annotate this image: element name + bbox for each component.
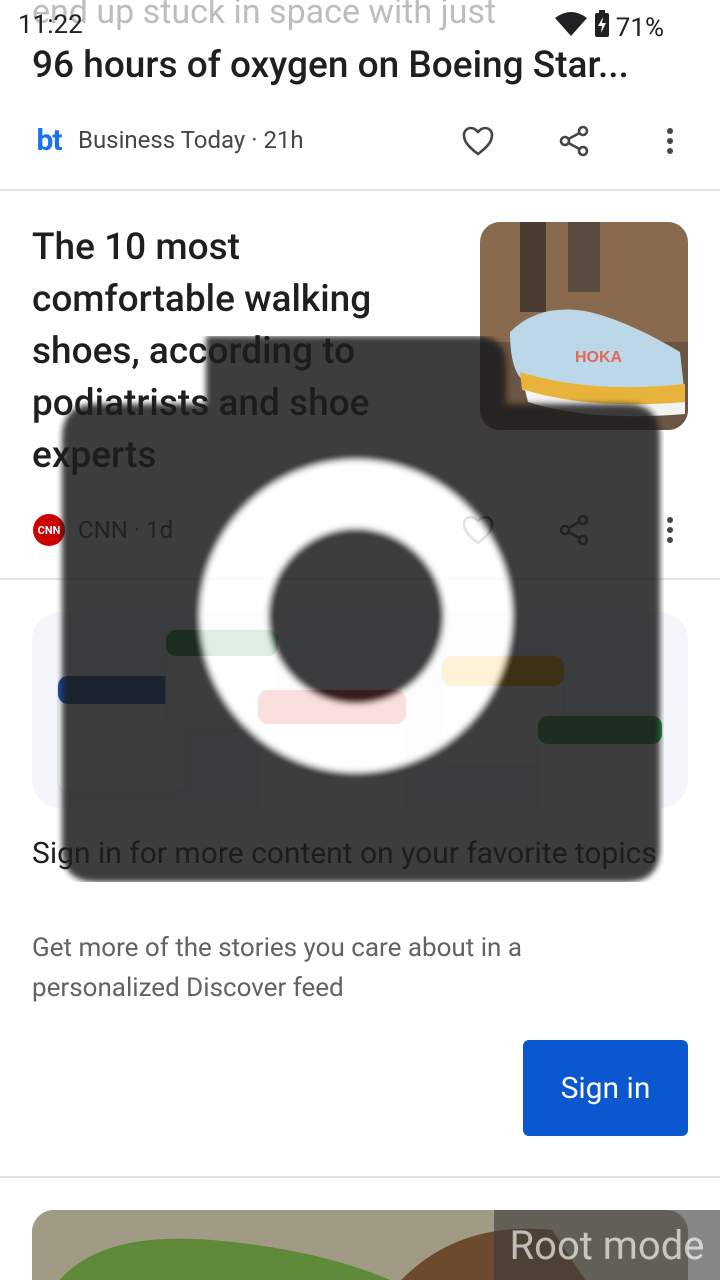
- signin-promo-illustration: [32, 612, 688, 808]
- battery-charging-icon: [594, 10, 610, 45]
- more-vert-icon[interactable]: [650, 510, 690, 550]
- divider: [0, 578, 720, 580]
- battery-percentage: 71%: [615, 12, 664, 43]
- article-source-row: CNN CNN · 1d: [32, 510, 173, 550]
- business-today-logo: bt: [36, 122, 62, 158]
- status-bar: end up stuck in space with just 11:22 71…: [0, 0, 720, 52]
- more-vert-icon[interactable]: [650, 121, 690, 161]
- divider: [0, 1176, 720, 1178]
- article-source: Business Today · 21h: [78, 126, 304, 154]
- signin-promo-description: Get more of the stories you care about i…: [32, 933, 522, 1003]
- article-source: CNN · 1d: [78, 516, 174, 544]
- cnn-logo: CNN: [32, 513, 66, 547]
- svg-text:HOKA: HOKA: [575, 349, 623, 366]
- heart-icon[interactable]: [458, 510, 498, 550]
- shoe-thumbnail[interactable]: HOKA: [480, 222, 688, 430]
- signin-promo-title: Sign in for more content on your favorit…: [32, 836, 657, 871]
- previous-headline-peek: end up stuck in space with just: [32, 0, 497, 32]
- root-mode-badge: Root mode: [494, 1210, 720, 1280]
- share-icon[interactable]: [554, 121, 594, 161]
- heart-icon[interactable]: [458, 121, 498, 161]
- sign-in-button[interactable]: Sign in: [523, 1040, 688, 1136]
- status-indicators: 71%: [554, 10, 664, 45]
- share-icon[interactable]: [554, 510, 594, 550]
- wifi-icon: [554, 11, 588, 44]
- article-headline[interactable]: The 10 most comfortable walking shoes, a…: [32, 222, 452, 482]
- divider: [0, 189, 720, 191]
- article-source-row: bt Business Today · 21h: [32, 120, 304, 160]
- status-time: 11:22: [18, 10, 83, 40]
